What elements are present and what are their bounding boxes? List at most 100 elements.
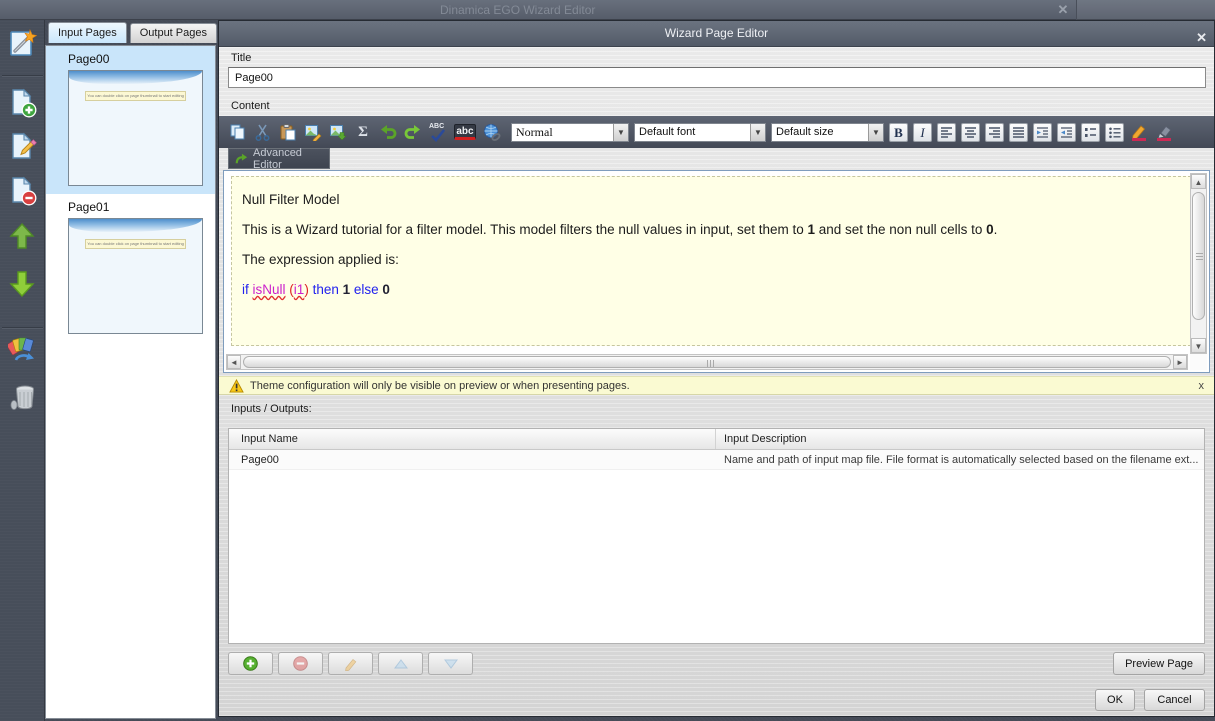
indent-icon[interactable] [1033, 123, 1052, 142]
curved-arrow-icon [235, 152, 248, 165]
align-right-icon[interactable] [985, 123, 1004, 142]
sidebar-divider [2, 75, 43, 77]
io-table: Input Name Input Description Page00 Name… [228, 428, 1205, 644]
title-input[interactable] [228, 67, 1206, 88]
tab-input-pages[interactable]: Input Pages [48, 22, 127, 43]
vertical-scrollbar[interactable]: ▲ ▼ [1190, 173, 1207, 354]
dialog-body: Title Content Σ ABC abc Normal ▼ [219, 47, 1214, 716]
remove-page-icon[interactable] [8, 176, 38, 206]
paragraph-style-select[interactable]: Normal ▼ [511, 123, 629, 142]
chevron-down-icon[interactable]: ▼ [750, 124, 765, 141]
wizard-icon[interactable] [8, 28, 38, 58]
scroll-right-icon[interactable]: ► [1173, 355, 1187, 369]
undo-icon[interactable] [378, 122, 398, 142]
horizontal-scrollbar-thumb[interactable] [243, 356, 1171, 368]
io-cell-description: Name and path of input map file. File fo… [716, 450, 1204, 469]
add-page-icon[interactable] [8, 88, 38, 118]
paste-icon[interactable] [278, 122, 298, 142]
tab-output-pages[interactable]: Output Pages [130, 23, 217, 43]
title-label: Title [231, 52, 251, 64]
scroll-left-icon[interactable]: ◄ [227, 355, 241, 369]
app-window: Dinamica EGO Wizard Editor ✕ [0, 0, 1215, 721]
advanced-editor-label: Advanced Editor [253, 147, 323, 171]
remove-io-button[interactable] [278, 652, 323, 675]
io-cell-name: Page00 [229, 450, 716, 469]
insert-link-icon[interactable] [482, 122, 502, 142]
move-up-icon[interactable] [8, 222, 38, 252]
ok-button[interactable]: OK [1095, 689, 1135, 711]
content-label: Content [231, 100, 270, 112]
edit-image-icon[interactable] [303, 122, 323, 142]
move-io-up-button[interactable] [378, 652, 423, 675]
scroll-up-icon[interactable]: ▲ [1191, 174, 1206, 189]
chevron-down-icon[interactable]: ▼ [613, 124, 628, 141]
titlebar-right-segment [1076, 0, 1215, 20]
page-thumbnail[interactable]: You can double click on page thumbnail t… [68, 70, 203, 186]
spellcheck-icon[interactable]: ABC [428, 122, 448, 142]
bullet-list-icon[interactable] [1105, 123, 1124, 142]
page-label: Page00 [68, 52, 215, 66]
highlight-color-icon[interactable] [1154, 122, 1174, 142]
theme-cards-icon[interactable] [8, 335, 38, 365]
advanced-editor-button[interactable]: Advanced Editor [228, 148, 330, 169]
page-list-item[interactable]: Page00 You can double click on page thum… [46, 46, 215, 194]
plus-icon [243, 656, 258, 671]
content-paragraph: This is a Wizard tutorial for a filter m… [242, 221, 1180, 239]
align-center-icon[interactable] [961, 123, 980, 142]
content-paragraph: The expression applied is: [242, 251, 1180, 269]
cut-icon[interactable] [253, 122, 273, 142]
add-io-button[interactable] [228, 652, 273, 675]
warning-text: Theme configuration will only be visible… [250, 380, 630, 392]
pages-list: Page00 You can double click on page thum… [45, 45, 216, 719]
thumbnail-note: You can double click on page thumbnail t… [85, 239, 186, 249]
scroll-down-icon[interactable]: ▼ [1191, 338, 1206, 353]
chevron-down-icon[interactable]: ▼ [868, 124, 883, 141]
content-editing-area[interactable]: Null Filter Model This is a Wizard tutor… [231, 176, 1191, 346]
insert-formula-icon[interactable]: Σ [353, 122, 373, 142]
align-justify-icon[interactable] [1009, 123, 1028, 142]
copy-icon[interactable] [228, 122, 248, 142]
edit-page-icon[interactable] [8, 132, 38, 162]
io-action-buttons [228, 652, 473, 675]
horizontal-scrollbar[interactable]: ◄ ► [226, 354, 1188, 370]
ordered-list-icon[interactable] [1081, 123, 1100, 142]
redo-icon[interactable] [403, 122, 423, 142]
sidebar [0, 20, 45, 721]
editor-toolbar: Σ ABC abc Normal ▼ Default font ▼ Defaul… [219, 116, 1214, 148]
sidebar-divider [2, 327, 43, 329]
theme-warning-bar: Theme configuration will only be visible… [219, 376, 1214, 395]
page-label: Page01 [68, 200, 215, 214]
table-row[interactable]: Page00 Name and path of input map file. … [229, 450, 1204, 470]
italic-button[interactable]: I [913, 123, 932, 142]
outdent-icon[interactable] [1057, 123, 1076, 142]
edit-io-button[interactable] [328, 652, 373, 675]
io-header-input-description[interactable]: Input Description [716, 429, 1204, 449]
triangle-down-icon [444, 659, 458, 669]
io-header-input-name[interactable]: Input Name [229, 429, 716, 449]
bold-button[interactable]: B [889, 123, 908, 142]
clear-formatting-icon[interactable]: abc [453, 122, 477, 142]
text-color-icon[interactable] [1129, 122, 1149, 142]
font-family-select[interactable]: Default font ▼ [634, 123, 766, 142]
io-table-header: Input Name Input Description [229, 429, 1204, 450]
pencil-icon [344, 657, 358, 671]
insert-image-icon[interactable] [328, 122, 348, 142]
trash-icon[interactable] [8, 382, 38, 412]
wizard-page-editor-dialog: Wizard Page Editor ✕ Title Content Σ ABC… [218, 20, 1215, 717]
font-size-select[interactable]: Default size ▼ [771, 123, 884, 142]
thumbnail-header-wave [69, 219, 202, 232]
main-close-icon[interactable]: ✕ [1050, 1, 1076, 18]
move-io-down-button[interactable] [428, 652, 473, 675]
main-titlebar: Dinamica EGO Wizard Editor ✕ [0, 0, 1215, 20]
expression-line: if isNull (i1) then 1 else 0 [242, 281, 1180, 299]
content-editor[interactable]: Null Filter Model This is a Wizard tutor… [223, 170, 1210, 373]
move-down-icon[interactable] [8, 270, 38, 300]
dialog-title: Wizard Page Editor [665, 26, 768, 40]
cancel-button[interactable]: Cancel [1144, 689, 1205, 711]
warning-close-icon[interactable]: x [1199, 380, 1205, 392]
page-list-item[interactable]: Page01 You can double click on page thum… [46, 194, 215, 342]
align-left-icon[interactable] [937, 123, 956, 142]
page-thumbnail[interactable]: You can double click on page thumbnail t… [68, 218, 203, 334]
vertical-scrollbar-thumb[interactable] [1192, 192, 1205, 320]
preview-page-button[interactable]: Preview Page [1113, 652, 1205, 675]
